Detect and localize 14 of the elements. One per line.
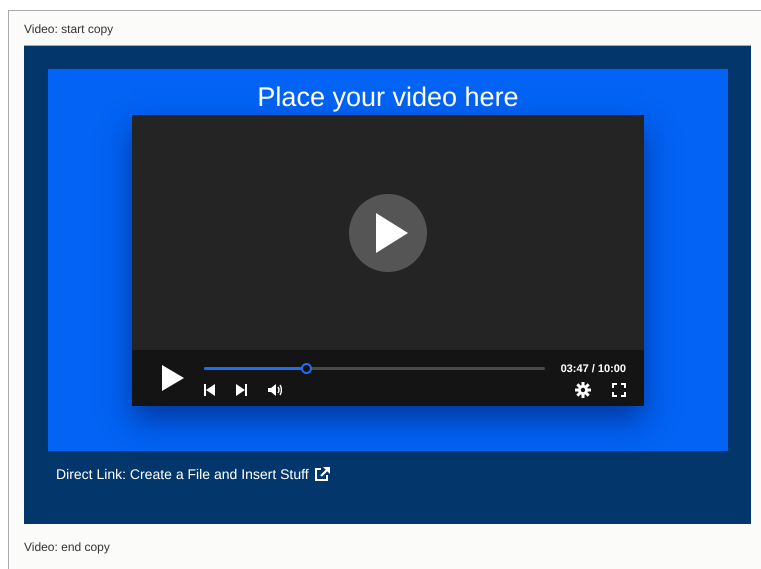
play-icon[interactable] [162, 365, 184, 391]
time-display: 03:47 / 10:00 [560, 362, 626, 374]
settings-icon[interactable] [575, 382, 591, 398]
progress-thumb[interactable] [301, 363, 312, 374]
volume-icon[interactable] [268, 384, 282, 396]
fullscreen-icon[interactable] [612, 382, 626, 396]
marker-label: Video: end copy [24, 539, 110, 556]
skip-forward-icon[interactable] [236, 384, 247, 396]
external-link-icon[interactable] [314, 466, 331, 482]
play-icon [374, 212, 408, 252]
direct-link[interactable]: Direct Link: Create a File and Insert Stuff [56, 466, 309, 482]
marker-label: Video: start copy [24, 21, 114, 38]
placeholder-heading: Place your video here [257, 81, 519, 114]
skip-back-icon[interactable] [204, 384, 215, 396]
